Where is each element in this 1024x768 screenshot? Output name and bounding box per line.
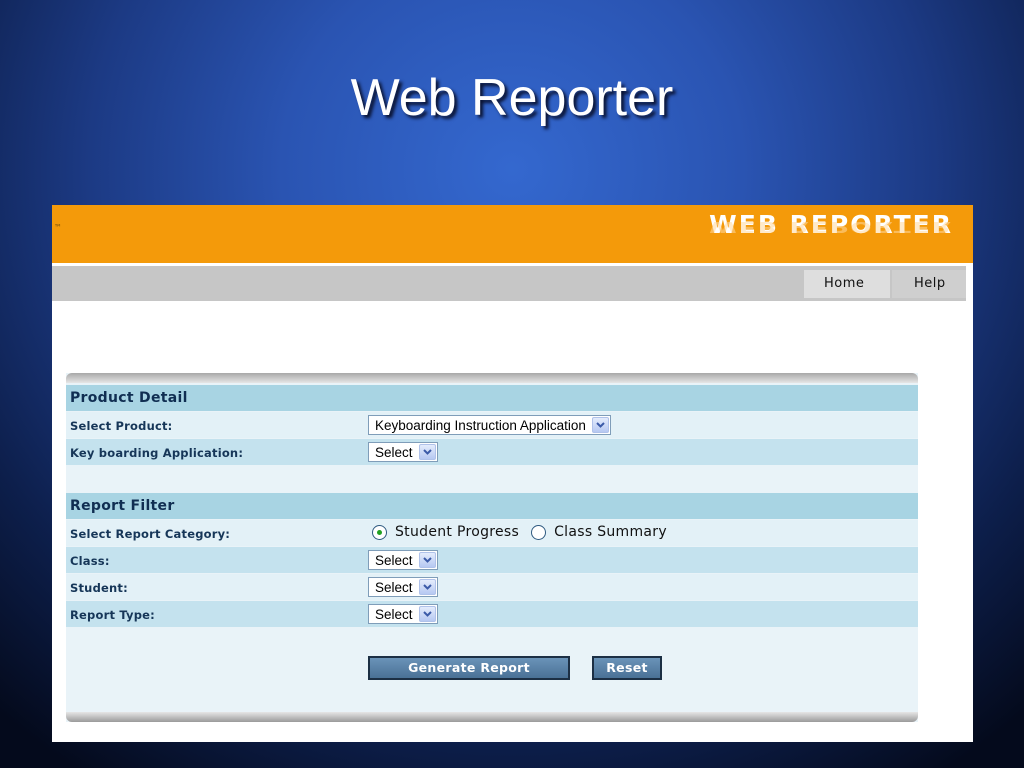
nav-links: Home Help: [798, 270, 966, 298]
report-type-dropdown[interactable]: Select: [368, 604, 438, 624]
keyboarding-app-dropdown[interactable]: Select: [368, 442, 438, 462]
keyboarding-app-value: Select: [375, 444, 413, 460]
product-detail-heading: Product Detail: [70, 390, 188, 406]
select-product-label: Select Product:: [70, 419, 173, 433]
report-panel: Product Detail Select Product: Keyboardi…: [66, 373, 918, 722]
report-type-row: Report Type: Select: [66, 601, 918, 627]
select-product-value: Keyboarding Instruction Application: [375, 417, 586, 433]
chevron-down-icon: [418, 606, 436, 622]
chevron-down-icon: [418, 552, 436, 568]
web-reporter-screenshot: ™ WEB REPORTER WEB REPORTER Home Help Pr…: [52, 205, 973, 742]
app-header: ™ WEB REPORTER WEB REPORTER: [52, 205, 973, 263]
student-value: Select: [375, 579, 413, 595]
nav-home-link[interactable]: Home: [804, 270, 890, 298]
student-row: Student: Select: [66, 574, 918, 600]
select-product-dropdown[interactable]: Keyboarding Instruction Application: [368, 415, 611, 435]
report-category-label: Select Report Category:: [70, 527, 231, 541]
chevron-down-icon: [418, 444, 436, 460]
web-reporter-logo: WEB REPORTER WEB REPORTER: [683, 211, 953, 261]
report-category-row: Select Report Category: Student Progress…: [66, 520, 918, 546]
nav-bar: Home Help: [52, 266, 966, 301]
logo-reflection: WEB REPORTER: [709, 218, 953, 236]
chevron-down-icon: [418, 579, 436, 595]
keyboarding-app-row: Key boarding Application: Select: [66, 439, 918, 465]
reset-button[interactable]: Reset: [592, 656, 662, 680]
student-progress-radio[interactable]: [372, 524, 387, 540]
report-type-label: Report Type:: [70, 608, 155, 622]
class-row: Class: Select: [66, 547, 918, 573]
class-label: Class:: [70, 554, 110, 568]
trademark-mark: ™: [54, 223, 62, 232]
class-value: Select: [375, 552, 413, 568]
class-summary-label: Class Summary: [554, 524, 667, 540]
generate-report-button[interactable]: Generate Report: [368, 656, 570, 680]
nav-help-link[interactable]: Help: [892, 270, 966, 298]
report-type-value: Select: [375, 606, 413, 622]
product-detail-header: Product Detail: [66, 385, 918, 411]
class-dropdown[interactable]: Select: [368, 550, 438, 570]
select-product-row: Select Product: Keyboarding Instruction …: [66, 412, 918, 438]
report-filter-heading: Report Filter: [70, 498, 175, 514]
panel-top-border: [66, 373, 918, 383]
student-progress-label: Student Progress: [395, 524, 520, 540]
student-dropdown[interactable]: Select: [368, 577, 438, 597]
report-category-radio-group: Student Progress Class Summary: [372, 524, 679, 540]
student-label: Student:: [70, 581, 128, 595]
panel-bottom-border: [66, 712, 918, 722]
slide-title: Web Reporter: [350, 69, 674, 127]
class-summary-radio[interactable]: [531, 524, 547, 540]
chevron-down-icon: [591, 417, 609, 433]
keyboarding-app-label: Key boarding Application:: [70, 446, 244, 460]
report-filter-header: Report Filter: [66, 493, 918, 519]
